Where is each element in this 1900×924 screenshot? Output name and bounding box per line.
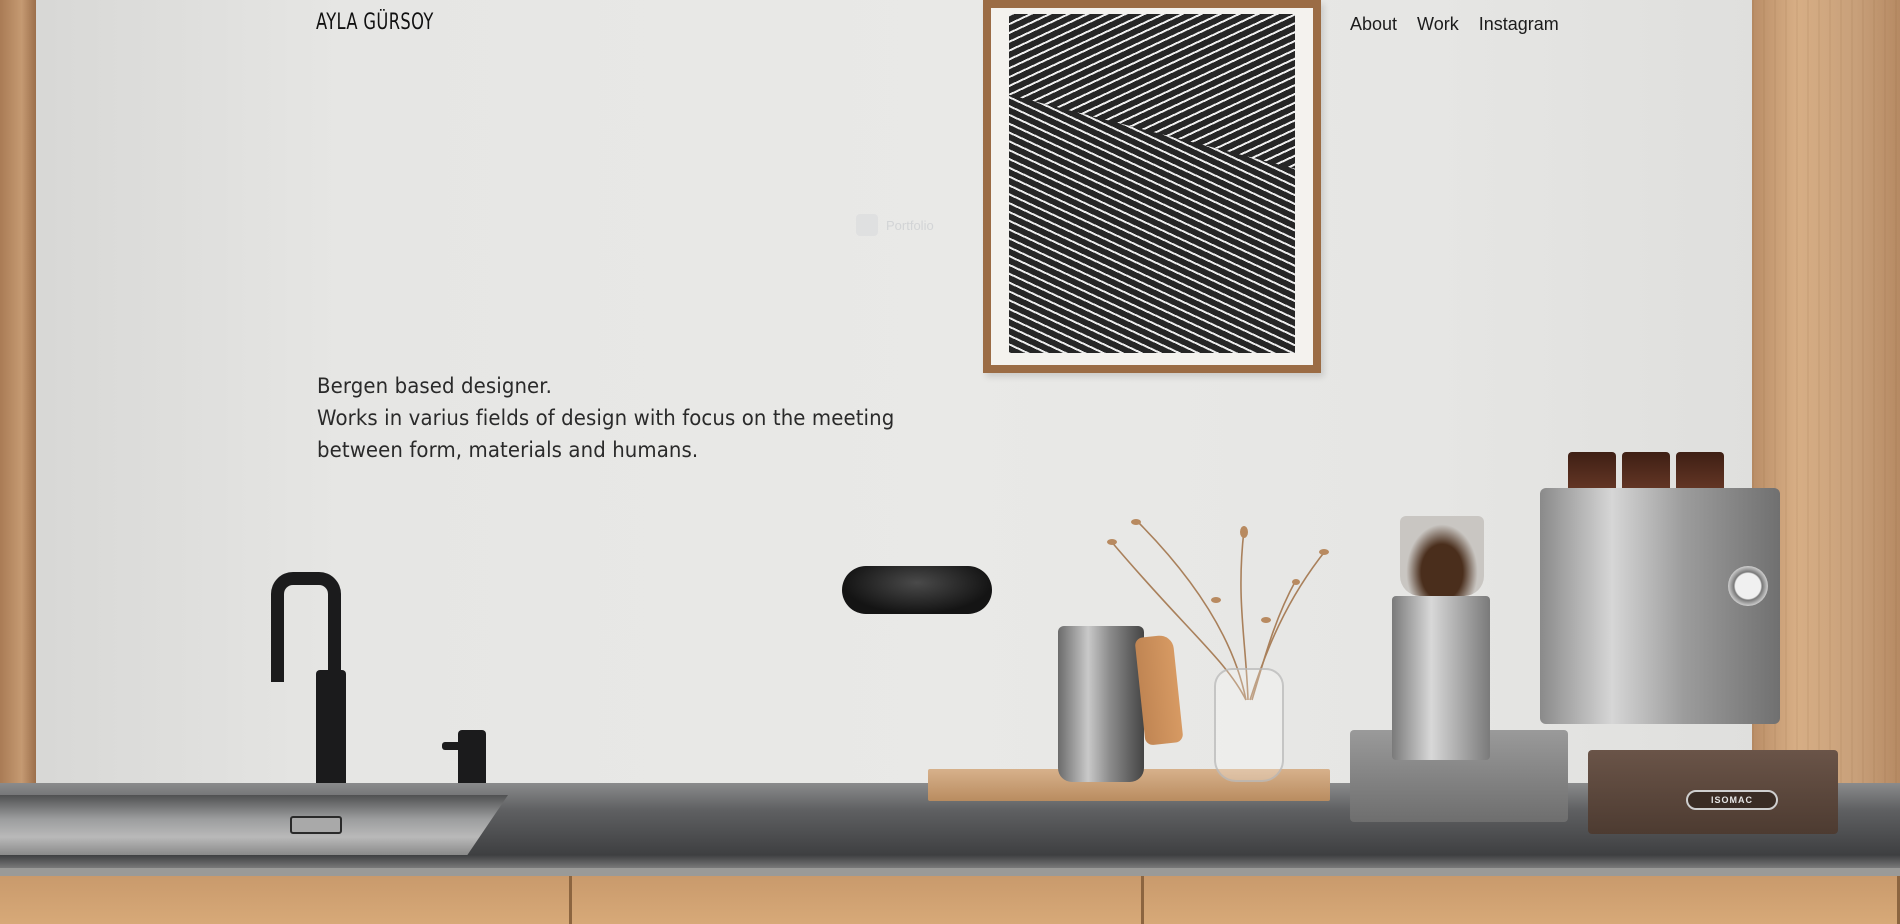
- nav-about[interactable]: About: [1350, 14, 1397, 35]
- coffee-grinder: [1392, 596, 1490, 760]
- badge-label: Portfolio: [886, 217, 934, 233]
- intro-line: Bergen based designer.: [317, 374, 553, 398]
- badge-icon: [856, 214, 878, 236]
- site-logo[interactable]: AYLA GÜRSOY: [316, 10, 434, 35]
- main-nav: About Work Instagram: [1350, 14, 1559, 35]
- glass-vase: [1214, 668, 1284, 782]
- espresso-machine: [1540, 488, 1780, 724]
- grinder-hopper: [1400, 516, 1484, 596]
- nav-instagram[interactable]: Instagram: [1479, 14, 1559, 35]
- nav-work[interactable]: Work: [1417, 14, 1459, 35]
- sink: [0, 795, 508, 855]
- framed-artwork: [983, 0, 1321, 373]
- faded-overlay-badge: Portfolio: [856, 214, 934, 236]
- cabinets: [0, 876, 1900, 924]
- isomac-badge: ISOMAC: [1686, 790, 1778, 810]
- pressure-gauge: [1728, 566, 1768, 606]
- intro-line: Works in varius fields of design with fo…: [317, 406, 895, 430]
- left-wood-panel: [0, 0, 36, 800]
- wall-hook: [842, 566, 992, 614]
- intro-line: between form, materials and humans.: [317, 438, 699, 462]
- intro-text: Bergen based designer. Works in varius f…: [317, 370, 957, 466]
